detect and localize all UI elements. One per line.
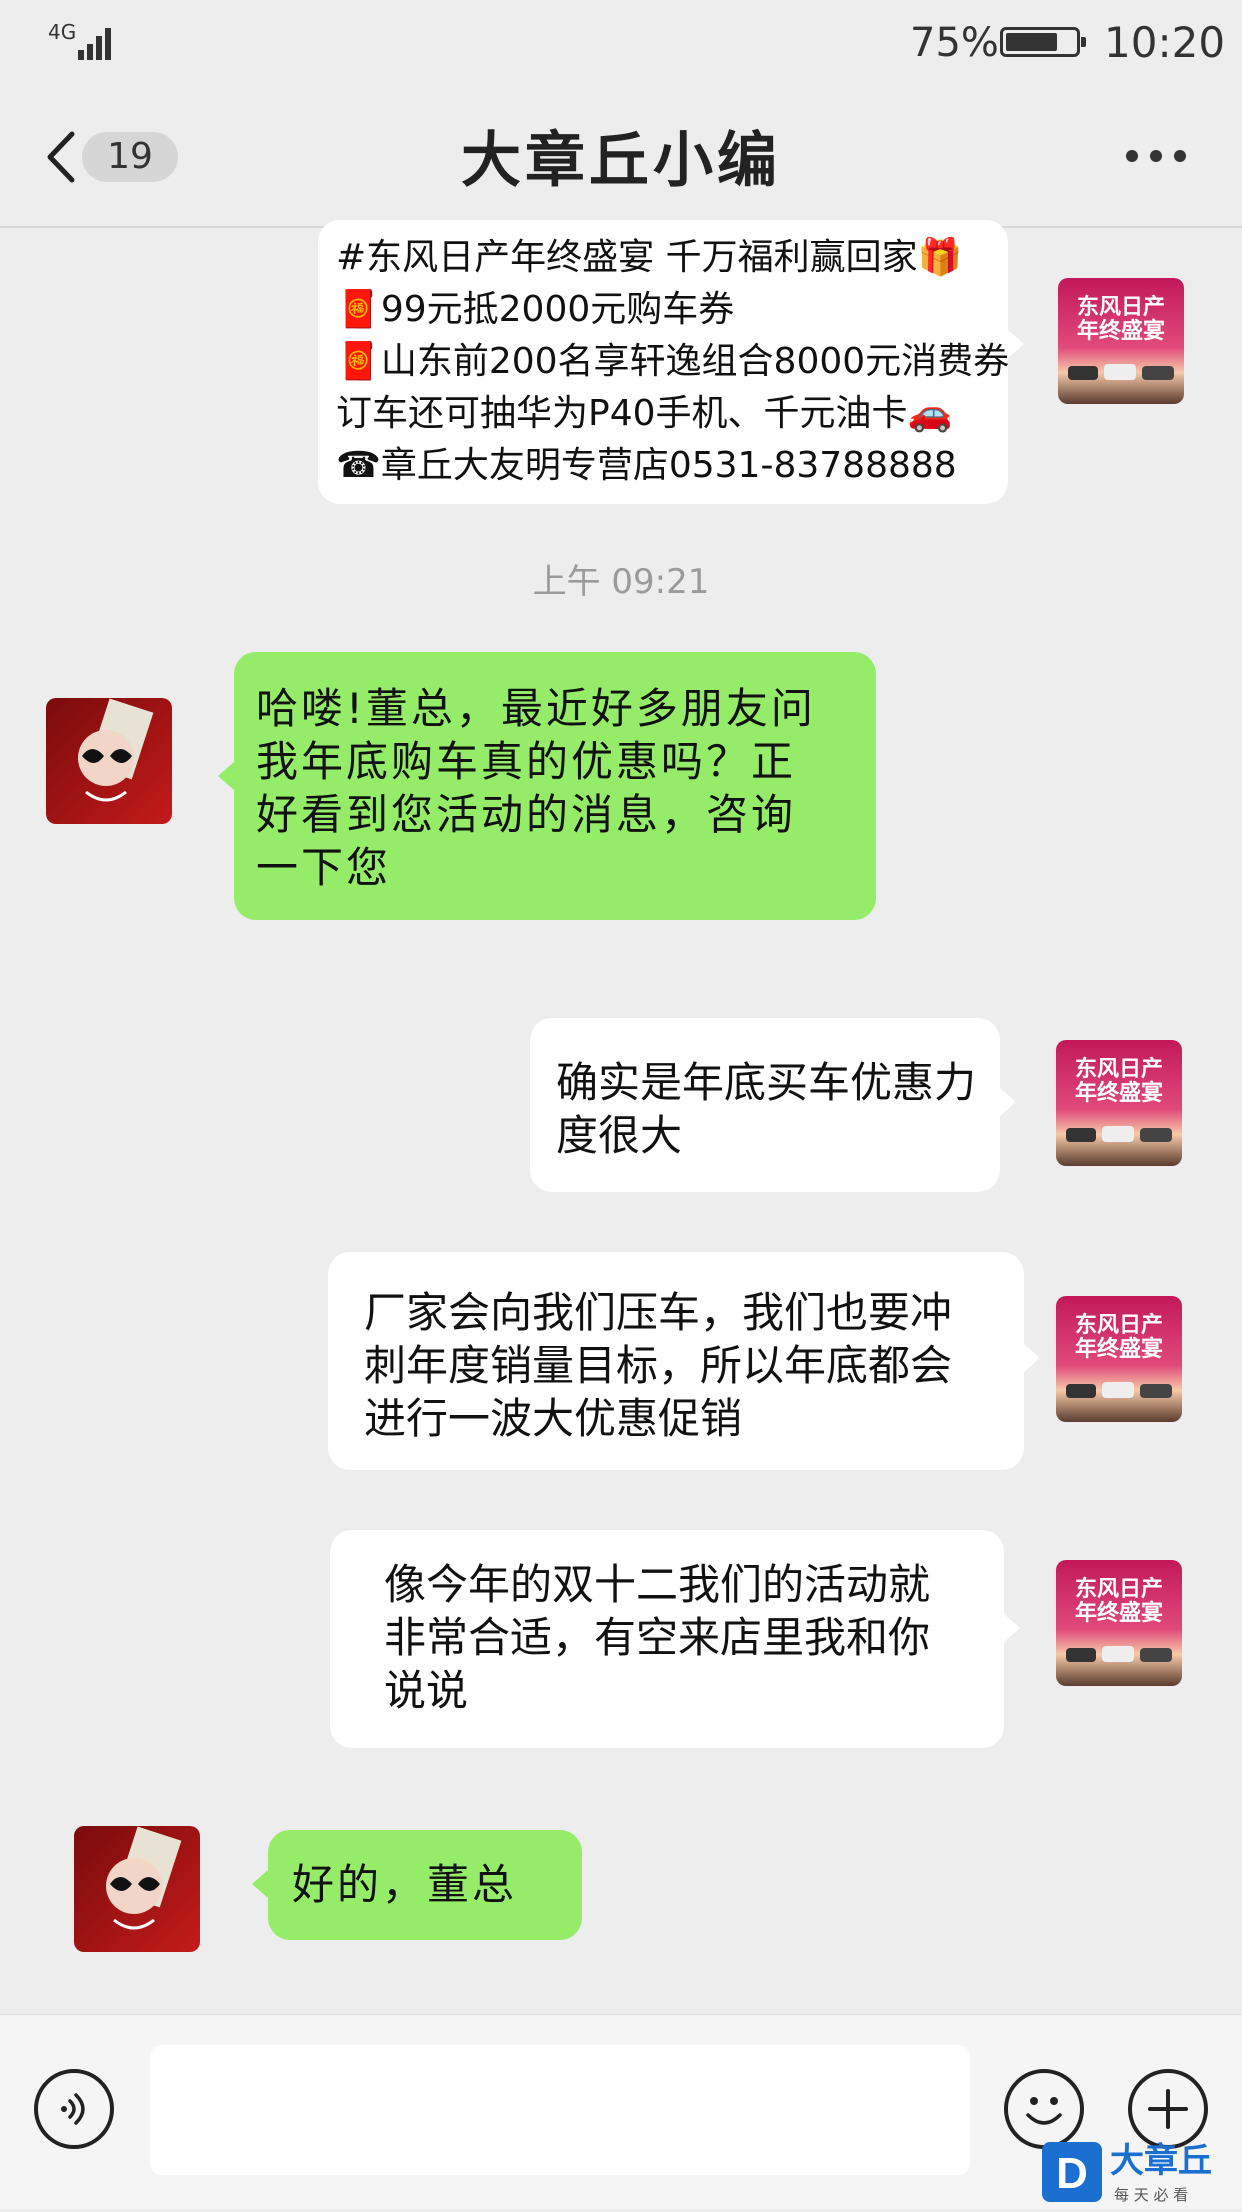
bubble-tail	[1000, 1088, 1016, 1116]
message-line: #东风日产年终盛宴 千万福利赢回家🎁	[336, 237, 963, 278]
watermark-logo: D 大章丘 每 天 必 看	[1040, 2136, 1242, 2208]
message-input[interactable]	[150, 2045, 970, 2175]
voice-icon[interactable]	[34, 2069, 114, 2149]
message-line: 非常合适，有空来店里我和你	[384, 1613, 931, 1662]
chat-header: 19 大章丘小编	[0, 84, 1242, 228]
avatar[interactable]: 东风日产 年终盛宴	[1056, 1296, 1182, 1422]
message-bubble[interactable]: 确实是年底买车优惠力 度很大	[530, 1018, 1000, 1192]
message-line: 度很大	[556, 1111, 683, 1160]
message-line: 像今年的双十二我们的活动就	[384, 1560, 931, 1609]
bubble-tail	[252, 1870, 268, 1898]
bubble-tail	[218, 762, 234, 790]
message-line: ☎章丘大友明专营店0531-83788888	[336, 445, 957, 486]
message-line: 进行一波大优惠促销	[364, 1394, 743, 1443]
avatar-text: 东风日产	[1077, 294, 1165, 319]
avatar[interactable]: 东风日产 年终盛宴	[1056, 1040, 1182, 1166]
bubble-tail	[1004, 1614, 1020, 1642]
message-line: 好看到您活动的消息，咨询	[256, 790, 797, 839]
page-title: 大章丘小编	[461, 126, 781, 196]
message-bubble[interactable]: 好的，董总	[268, 1830, 582, 1940]
message-line: 好的，董总	[292, 1860, 518, 1909]
signal-icon	[64, 22, 112, 60]
watermark-brand: 大章丘	[1110, 2141, 1212, 2181]
message-line: 确实是年底买车优惠力	[556, 1058, 977, 1107]
message-bubble[interactable]: 哈喽!董总，最近好多朋友问 我年底购车真的优惠吗？正 好看到您活动的消息，咨询 …	[234, 652, 876, 920]
message-line: 哈喽!董总，最近好多朋友问	[256, 684, 816, 733]
more-dots-icon[interactable]	[1126, 150, 1186, 164]
avatar[interactable]: 东风日产 年终盛宴	[1058, 278, 1184, 404]
message-line: 我年底购车真的优惠吗？正	[256, 737, 797, 786]
avatar-text: 东风日产	[1075, 1056, 1163, 1081]
status-bar: 4G 75% 10:20	[0, 0, 1242, 84]
avatar-text: 年终盛宴	[1075, 1080, 1163, 1105]
message-line: 厂家会向我们压车，我们也要冲	[364, 1288, 953, 1337]
message-line: 一下您	[256, 843, 392, 892]
avatar[interactable]: 东风日产 年终盛宴	[1056, 1560, 1182, 1686]
bubble-tail	[1024, 1344, 1040, 1372]
avatar-text: 年终盛宴	[1075, 1336, 1163, 1361]
message-bubble[interactable]: 厂家会向我们压车，我们也要冲 刺年度销量目标，所以年底都会 进行一波大优惠促销	[328, 1252, 1024, 1470]
message-bubble[interactable]: #东风日产年终盛宴 千万福利赢回家🎁 🧧99元抵2000元购车券 🧧山东前200…	[318, 220, 1010, 504]
battery-percent: 75%	[910, 20, 999, 66]
message-line: 刺年度销量目标，所以年底都会	[364, 1341, 953, 1390]
message-line: 说说	[384, 1666, 469, 1715]
battery-icon	[1000, 27, 1086, 57]
watermark-letter: D	[1056, 2149, 1088, 2198]
clock: 10:20	[1104, 18, 1226, 67]
message-line: 🧧山东前200名享轩逸组合8000元消费券	[336, 341, 1010, 382]
avatar-text: 东风日产	[1075, 1576, 1163, 1601]
watermark-slogan: 每 天 必 看	[1114, 2186, 1188, 2204]
bubble-tail	[1008, 330, 1024, 358]
message-line: 🧧99元抵2000元购车券	[336, 289, 735, 330]
avatar-text: 年终盛宴	[1077, 318, 1165, 343]
message-line: 订车还可抽华为P40手机、千元油卡🚗	[336, 393, 953, 434]
avatar[interactable]	[46, 698, 172, 824]
avatar[interactable]	[74, 1826, 200, 1952]
timestamp: 上午 09:21	[532, 562, 710, 602]
avatar-text: 东风日产	[1075, 1312, 1163, 1337]
message-bubble[interactable]: 像今年的双十二我们的活动就 非常合适，有空来店里我和你 说说	[330, 1530, 1004, 1748]
avatar-text: 年终盛宴	[1075, 1600, 1163, 1625]
